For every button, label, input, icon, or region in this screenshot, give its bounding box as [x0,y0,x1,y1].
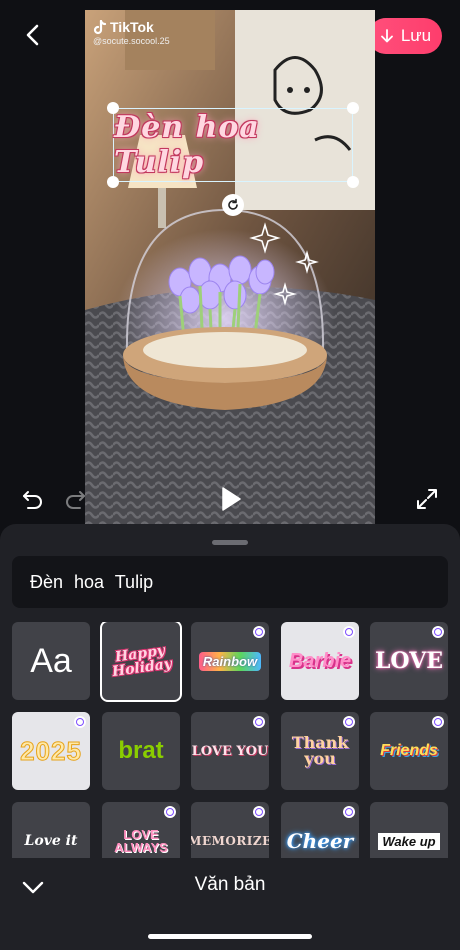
watermark-handle: @socute.socool.25 [93,36,170,47]
style-label: Thank you [291,733,349,768]
premium-badge-icon [253,716,265,728]
style-tile-barbie[interactable]: Barbie [281,622,359,700]
style-tile-default[interactable]: Aa [12,622,90,700]
style-tile-rainbow[interactable]: Rainbow [191,622,269,700]
style-tile-memorize[interactable]: MEMORIZE [191,802,269,858]
premium-badge-icon [343,626,355,638]
resize-handle-top-left[interactable] [107,102,119,114]
resize-handle-bottom-left[interactable] [107,176,119,188]
chevron-down-icon [22,881,44,894]
text-overlay-box[interactable]: Đèn hoa Tulip [107,102,359,188]
style-label: Friends [380,742,438,759]
style-tile-happy-holiday[interactable]: Happy Holiday [100,622,182,702]
play-icon [222,487,241,511]
premium-badge-icon [253,626,265,638]
tiktok-logo-icon [93,20,107,35]
text-style-grid: Aa Happy Holiday Rainbow Barbie LOVE 202… [12,622,450,858]
style-tile-cheer[interactable]: Cheer [281,802,359,858]
undo-icon [23,491,42,509]
play-button[interactable] [220,486,242,512]
video-preview[interactable]: TikTok @socute.socool.25 Đèn hoa Tulip [85,10,375,524]
save-label: Lưu [400,26,432,45]
rotate-icon [228,198,238,210]
style-label: Barbie [288,650,352,672]
back-button[interactable] [18,20,48,50]
sheet-footer: Văn bản [0,860,460,920]
style-label: Cheer [286,829,354,853]
text-style-sheet: Đèn hoa Tulip Aa Happy Holiday Rainbow B… [0,524,460,950]
fullscreen-icon [417,489,437,509]
premium-badge-icon [253,806,265,818]
premium-badge-icon [164,806,176,818]
style-tile-friends[interactable]: Friends [370,712,448,790]
sheet-title: Văn bản [194,874,266,895]
style-label: Love it [24,833,78,849]
style-tile-wake-up[interactable]: Wake up [370,802,448,858]
style-label: MEMORIZE [191,834,269,848]
home-indicator [148,934,312,939]
fullscreen-button[interactable] [416,488,438,510]
undo-button[interactable] [22,488,44,510]
save-button[interactable]: Lưu [368,18,442,54]
premium-badge-icon [432,626,444,638]
style-tile-love-always[interactable]: LOVE ALWAYS [102,802,180,858]
style-label: Rainbow [198,651,262,671]
style-tile-love[interactable]: LOVE [370,622,448,700]
collapse-button[interactable] [20,874,46,900]
style-tile-thank-you[interactable]: Thank you [281,712,359,790]
resize-handle-bottom-right[interactable] [347,176,359,188]
watermark-brand: TikTok [110,19,154,35]
redo-button[interactable] [64,488,86,510]
preview-image [85,10,375,524]
premium-badge-icon [343,806,355,818]
resize-handle-top-right[interactable] [347,102,359,114]
overlay-text: Đèn hoa Tulip [114,110,260,180]
style-tile-love-it[interactable]: Love it [12,802,90,858]
rotate-handle[interactable] [222,194,244,216]
premium-badge-icon [343,716,355,728]
style-label: 2025 [20,736,82,766]
premium-badge-icon [432,716,444,728]
premium-badge-icon [74,716,86,728]
tiktok-watermark: TikTok @socute.socool.25 [93,19,170,47]
playback-controls [0,480,460,520]
redo-icon [66,491,85,509]
arrow-down-icon [380,29,393,43]
style-label: LOVE ALWAYS [114,827,168,855]
text-input-field[interactable]: Đèn hoa Tulip [12,556,448,608]
style-tile-brat[interactable]: brat [102,712,180,790]
style-label: Wake up [378,832,440,850]
style-tile-love-you[interactable]: LOVE YOU [191,712,269,790]
style-label: LOVE [374,648,444,674]
sheet-grabber[interactable] [212,540,248,545]
style-tile-2025[interactable]: 2025 [12,712,90,790]
style-label: brat [118,737,164,764]
style-label: LOVE YOU [191,743,269,759]
chevron-left-icon [26,24,39,46]
style-label: Aa [30,642,72,680]
style-label: Happy Holiday [111,642,173,681]
